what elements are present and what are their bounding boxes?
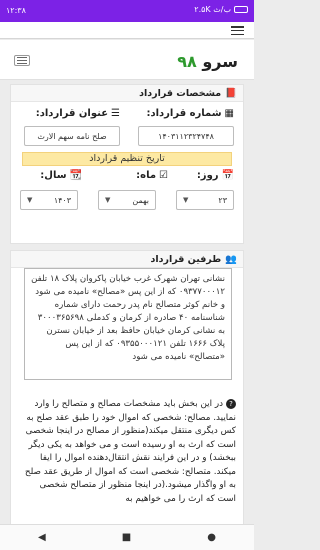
- calendar-check-icon: ☑: [159, 170, 168, 181]
- year-label: سال:: [40, 170, 67, 181]
- contract-number-field[interactable]: ۱۴۰۳۱۱۲۳۲۴۷۴۸: [138, 126, 234, 146]
- year-select[interactable]: ▼ ۱۴۰۳: [20, 190, 78, 210]
- logo: سرو ۹۸: [177, 52, 238, 71]
- year-value: ۱۴۰۳: [53, 195, 71, 205]
- parties-header: 👥 طرفین قرارداد: [11, 251, 243, 268]
- contract-details-header: 📕 مشخصات قرارداد: [11, 85, 243, 102]
- contract-title-field[interactable]: صلح نامه سهم الارث: [24, 126, 120, 146]
- status-icons: ۲.۵K ب/ث: [194, 5, 248, 14]
- users-icon: 👥: [225, 253, 237, 265]
- logo-number: ۹۸: [177, 52, 197, 71]
- brand-bar: سرو ۹۸: [0, 40, 254, 80]
- date-banner: تاریخ تنظیم قرارداد: [22, 152, 232, 166]
- day-label: روز:: [196, 170, 219, 181]
- chevron-down-icon: ▼: [27, 196, 33, 204]
- hamburger-icon[interactable]: [14, 55, 30, 66]
- day-value: ۲۳: [218, 195, 227, 205]
- system-nav-bar: ◀ ■ ●: [0, 524, 254, 550]
- day-label-row: 📅 روز:: [197, 170, 234, 181]
- contract-details-title: مشخصات قرارداد: [139, 87, 222, 99]
- parties-notes: ?در این بخش باید مشخصات مصالح و متصالح ر…: [24, 398, 236, 506]
- book-icon: 📕: [225, 87, 237, 99]
- network-speed: ۲.۵K ب/ث: [194, 5, 231, 14]
- day-select[interactable]: ▼ ۲۳: [176, 190, 234, 210]
- calendar-icon: 📅: [221, 170, 234, 181]
- battery-icon: [234, 6, 248, 13]
- contract-number-label: شماره قرارداد:: [146, 108, 222, 119]
- status-time: ۱۲:۳۸: [6, 6, 26, 15]
- contract-number-label-row: ▦ شماره قرارداد:: [146, 108, 234, 119]
- calendar-small-icon: 📆: [69, 170, 82, 181]
- question-icon: ?: [226, 399, 236, 409]
- status-bar: ۱۲:۳۸ ۲.۵K ب/ث: [0, 0, 254, 22]
- month-label: ماه:: [136, 170, 157, 181]
- barcode-icon: ▦: [224, 108, 234, 119]
- parties-textarea[interactable]: نشانی تهران شهرک غرب خیابان پاکروان پلاک…: [24, 268, 232, 380]
- list-icon: ☰: [111, 108, 120, 119]
- logo-text: سرو: [202, 52, 238, 71]
- contract-title-label: عنوان قرارداد:: [35, 108, 109, 119]
- month-value: بهمن: [132, 195, 149, 205]
- notes-text: در این بخش باید مشخصات مصالح و متصالح را…: [24, 399, 236, 504]
- chevron-down-icon: ▼: [183, 196, 189, 204]
- parties-title: طرفین قرارداد: [150, 253, 222, 265]
- contract-title-label-row: ☰ عنوان قرارداد:: [36, 108, 120, 119]
- app-bar: [0, 22, 254, 39]
- recent-apps-icon[interactable]: ●: [207, 532, 216, 543]
- month-label-row: ☑ ماه:: [136, 170, 168, 181]
- home-icon[interactable]: ■: [122, 532, 131, 543]
- year-label-row: 📆 سال:: [40, 170, 82, 181]
- chevron-down-icon: ▼: [105, 196, 111, 204]
- month-select[interactable]: ▼ بهمن: [98, 190, 156, 210]
- back-icon[interactable]: ◀: [38, 532, 46, 543]
- menu-icon[interactable]: [231, 26, 244, 35]
